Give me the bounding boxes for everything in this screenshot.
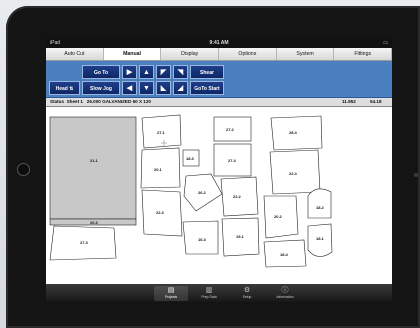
nesting-canvas[interactable]: 21.1 20.3 27.3 27.1 20.1 22.3 18.3 26.2 … xyxy=(46,114,392,293)
tab-options[interactable]: Options xyxy=(219,48,277,60)
sheet-label: Sheet 1 xyxy=(66,99,83,104)
tab-display[interactable]: Display xyxy=(161,48,220,60)
info-icon: ⓘ xyxy=(281,287,289,294)
app-screen: iPad 9:41 AM ▭ Auto Cut Manual Display O… xyxy=(46,39,392,302)
value-readout-1: 11.952 xyxy=(342,99,356,104)
tab-manual[interactable]: Manual xyxy=(103,48,162,60)
part-21-1-shape[interactable] xyxy=(49,116,137,220)
goto-button[interactable]: Go To xyxy=(82,65,120,79)
tabbar-prep-data-label: Prep Data xyxy=(201,295,217,299)
projects-icon: ▤ xyxy=(167,287,175,294)
down-left-arrow-button[interactable]: ◣ xyxy=(156,81,171,95)
part-label-18-2: 18.2 xyxy=(316,205,325,210)
part-label-20-1: 20.1 xyxy=(154,167,163,172)
tabbar-setup-label: Setup xyxy=(242,295,252,299)
tabbar-information-label: Information xyxy=(276,295,294,299)
tabbar-setup[interactable]: ⚙ Setup xyxy=(230,286,264,301)
part-label-16-3: 16.3 xyxy=(198,237,207,242)
tabbar-projects-label: Projects xyxy=(164,295,178,299)
part-label-19-1: 19.1 xyxy=(236,234,245,239)
part-label-27-1: 27.1 xyxy=(157,130,166,135)
part-label-21-1: 21.1 xyxy=(90,158,99,163)
tab-auto-cut[interactable]: Auto Cut xyxy=(46,48,104,60)
tab-system[interactable]: System xyxy=(276,48,335,60)
down-arrow-button[interactable]: ▼ xyxy=(139,81,154,95)
part-label-18-4: 18.4 xyxy=(280,252,289,257)
part-label-18-3: 18.3 xyxy=(186,156,195,161)
right-arrow-button[interactable]: ▶ xyxy=(122,65,137,79)
part-label-22-2: 22.2 xyxy=(233,194,242,199)
part-label-27-2: 27.2 xyxy=(226,127,235,132)
ipad-frame: iPad 9:41 AM ▭ Auto Cut Manual Display O… xyxy=(6,6,420,328)
value-readout-2: 54.18 xyxy=(370,99,382,104)
part-label-27-3: 27.3 xyxy=(80,240,89,245)
part-label-27-4: 27.4 xyxy=(228,158,237,163)
up-left-arrow-button[interactable]: ◤ xyxy=(156,65,171,79)
prep-data-icon: ▥ xyxy=(205,287,213,294)
down-right-arrow-button[interactable]: ◢ xyxy=(173,81,188,95)
up-arrow-button[interactable]: ▲ xyxy=(139,65,154,79)
part-label-22-4: 22.4 xyxy=(289,171,298,176)
part-label-22-3: 20.2 xyxy=(274,214,283,219)
camera xyxy=(414,173,418,177)
ios-status-bar: iPad 9:41 AM ▭ xyxy=(46,39,392,48)
part-label-20-2: 22.3 xyxy=(156,210,165,215)
part-label-28-4: 28.4 xyxy=(289,130,298,135)
top-tabs: Auto Cut Manual Display Options System F… xyxy=(46,48,392,61)
material-label: 26.000 GALVANIZED 60 X 120 xyxy=(86,99,151,104)
tabbar-projects[interactable]: ▤ Projects xyxy=(154,286,188,301)
clock: 9:41 AM xyxy=(209,40,229,46)
part-label-18-1: 18.1 xyxy=(316,236,325,241)
left-arrow-button[interactable]: ◀ xyxy=(122,81,137,95)
part-label-20-3: 20.3 xyxy=(90,220,99,225)
up-right-arrow-button[interactable]: ◥ xyxy=(173,65,188,79)
manual-control-panel: Go To ▶ ▲ ◤ ◥ Shear Head ⇅ Slow Jog ◀ ▼ … xyxy=(46,61,392,98)
tabbar-information[interactable]: ⓘ Information xyxy=(268,286,302,301)
shear-button[interactable]: Shear xyxy=(190,65,224,79)
status-text: Status Sheet 1 26.000 GALVANIZED 60 X 12… xyxy=(50,98,151,106)
slow-jog-button[interactable]: Slow Jog xyxy=(82,81,120,95)
head-label: Head xyxy=(55,86,68,92)
status-label: Status xyxy=(50,99,65,104)
status-row: Status Sheet 1 26.000 GALVANIZED 60 X 12… xyxy=(46,98,392,107)
tab-fittings[interactable]: Fittings xyxy=(334,48,392,60)
tabbar-prep-data[interactable]: ▥ Prep Data xyxy=(192,286,226,301)
bottom-tab-bar: ▤ Projects ▥ Prep Data ⚙ Setup ⓘ Informa… xyxy=(46,284,392,302)
part-label-26-2: 26.2 xyxy=(198,190,207,195)
home-button[interactable] xyxy=(17,163,30,176)
head-button[interactable]: Head ⇅ xyxy=(49,81,80,95)
goto-start-button[interactable]: GoTo Start xyxy=(190,81,224,95)
part-18-2-shape[interactable] xyxy=(307,188,332,219)
gear-icon: ⚙ xyxy=(243,287,251,294)
